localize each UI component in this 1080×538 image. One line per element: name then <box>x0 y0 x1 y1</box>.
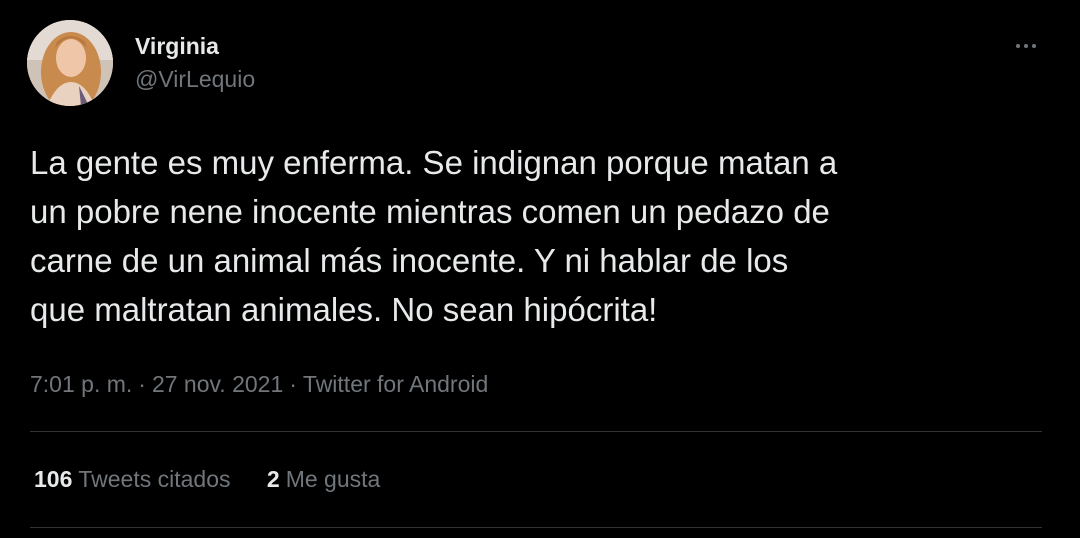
tweet-header: Virginia @VirLequio <box>27 20 1057 110</box>
tweet-stats: 106 Tweets citados 2 Me gusta <box>34 463 410 495</box>
likes-label: Me gusta <box>285 466 381 492</box>
more-dot <box>1032 44 1036 48</box>
meta-separator: · <box>289 371 297 397</box>
user-handle[interactable]: @VirLequio <box>135 64 255 94</box>
tweet-text: La gente es muy enferma. Se indignan por… <box>30 144 838 328</box>
quote-tweets-label: Tweets citados <box>78 466 231 492</box>
avatar-photo-icon <box>27 20 113 106</box>
more-options-button[interactable] <box>1009 34 1043 58</box>
tweet-date[interactable]: 27 nov. 2021 <box>152 371 283 397</box>
more-dot <box>1016 44 1020 48</box>
display-name[interactable]: Virginia <box>135 32 255 60</box>
likes-stat[interactable]: 2 Me gusta <box>267 463 380 495</box>
tweet-meta: 7:01 p. m. · 27 nov. 2021 · Twitter for Andr… <box>30 368 488 400</box>
quote-tweets-stat[interactable]: 106 Tweets citados <box>34 463 231 495</box>
divider <box>30 527 1042 528</box>
avatar[interactable] <box>27 20 113 106</box>
more-dot <box>1024 44 1028 48</box>
likes-count: 2 <box>266 466 280 492</box>
divider <box>30 431 1042 432</box>
tweet-time[interactable]: 7:01 p. m. <box>30 371 132 397</box>
tweet-source[interactable]: Twitter for Android <box>303 371 488 397</box>
meta-separator: · <box>138 371 146 397</box>
quote-tweets-count: 106 <box>34 466 73 492</box>
author-info: Virginia @VirLequio <box>135 32 255 94</box>
